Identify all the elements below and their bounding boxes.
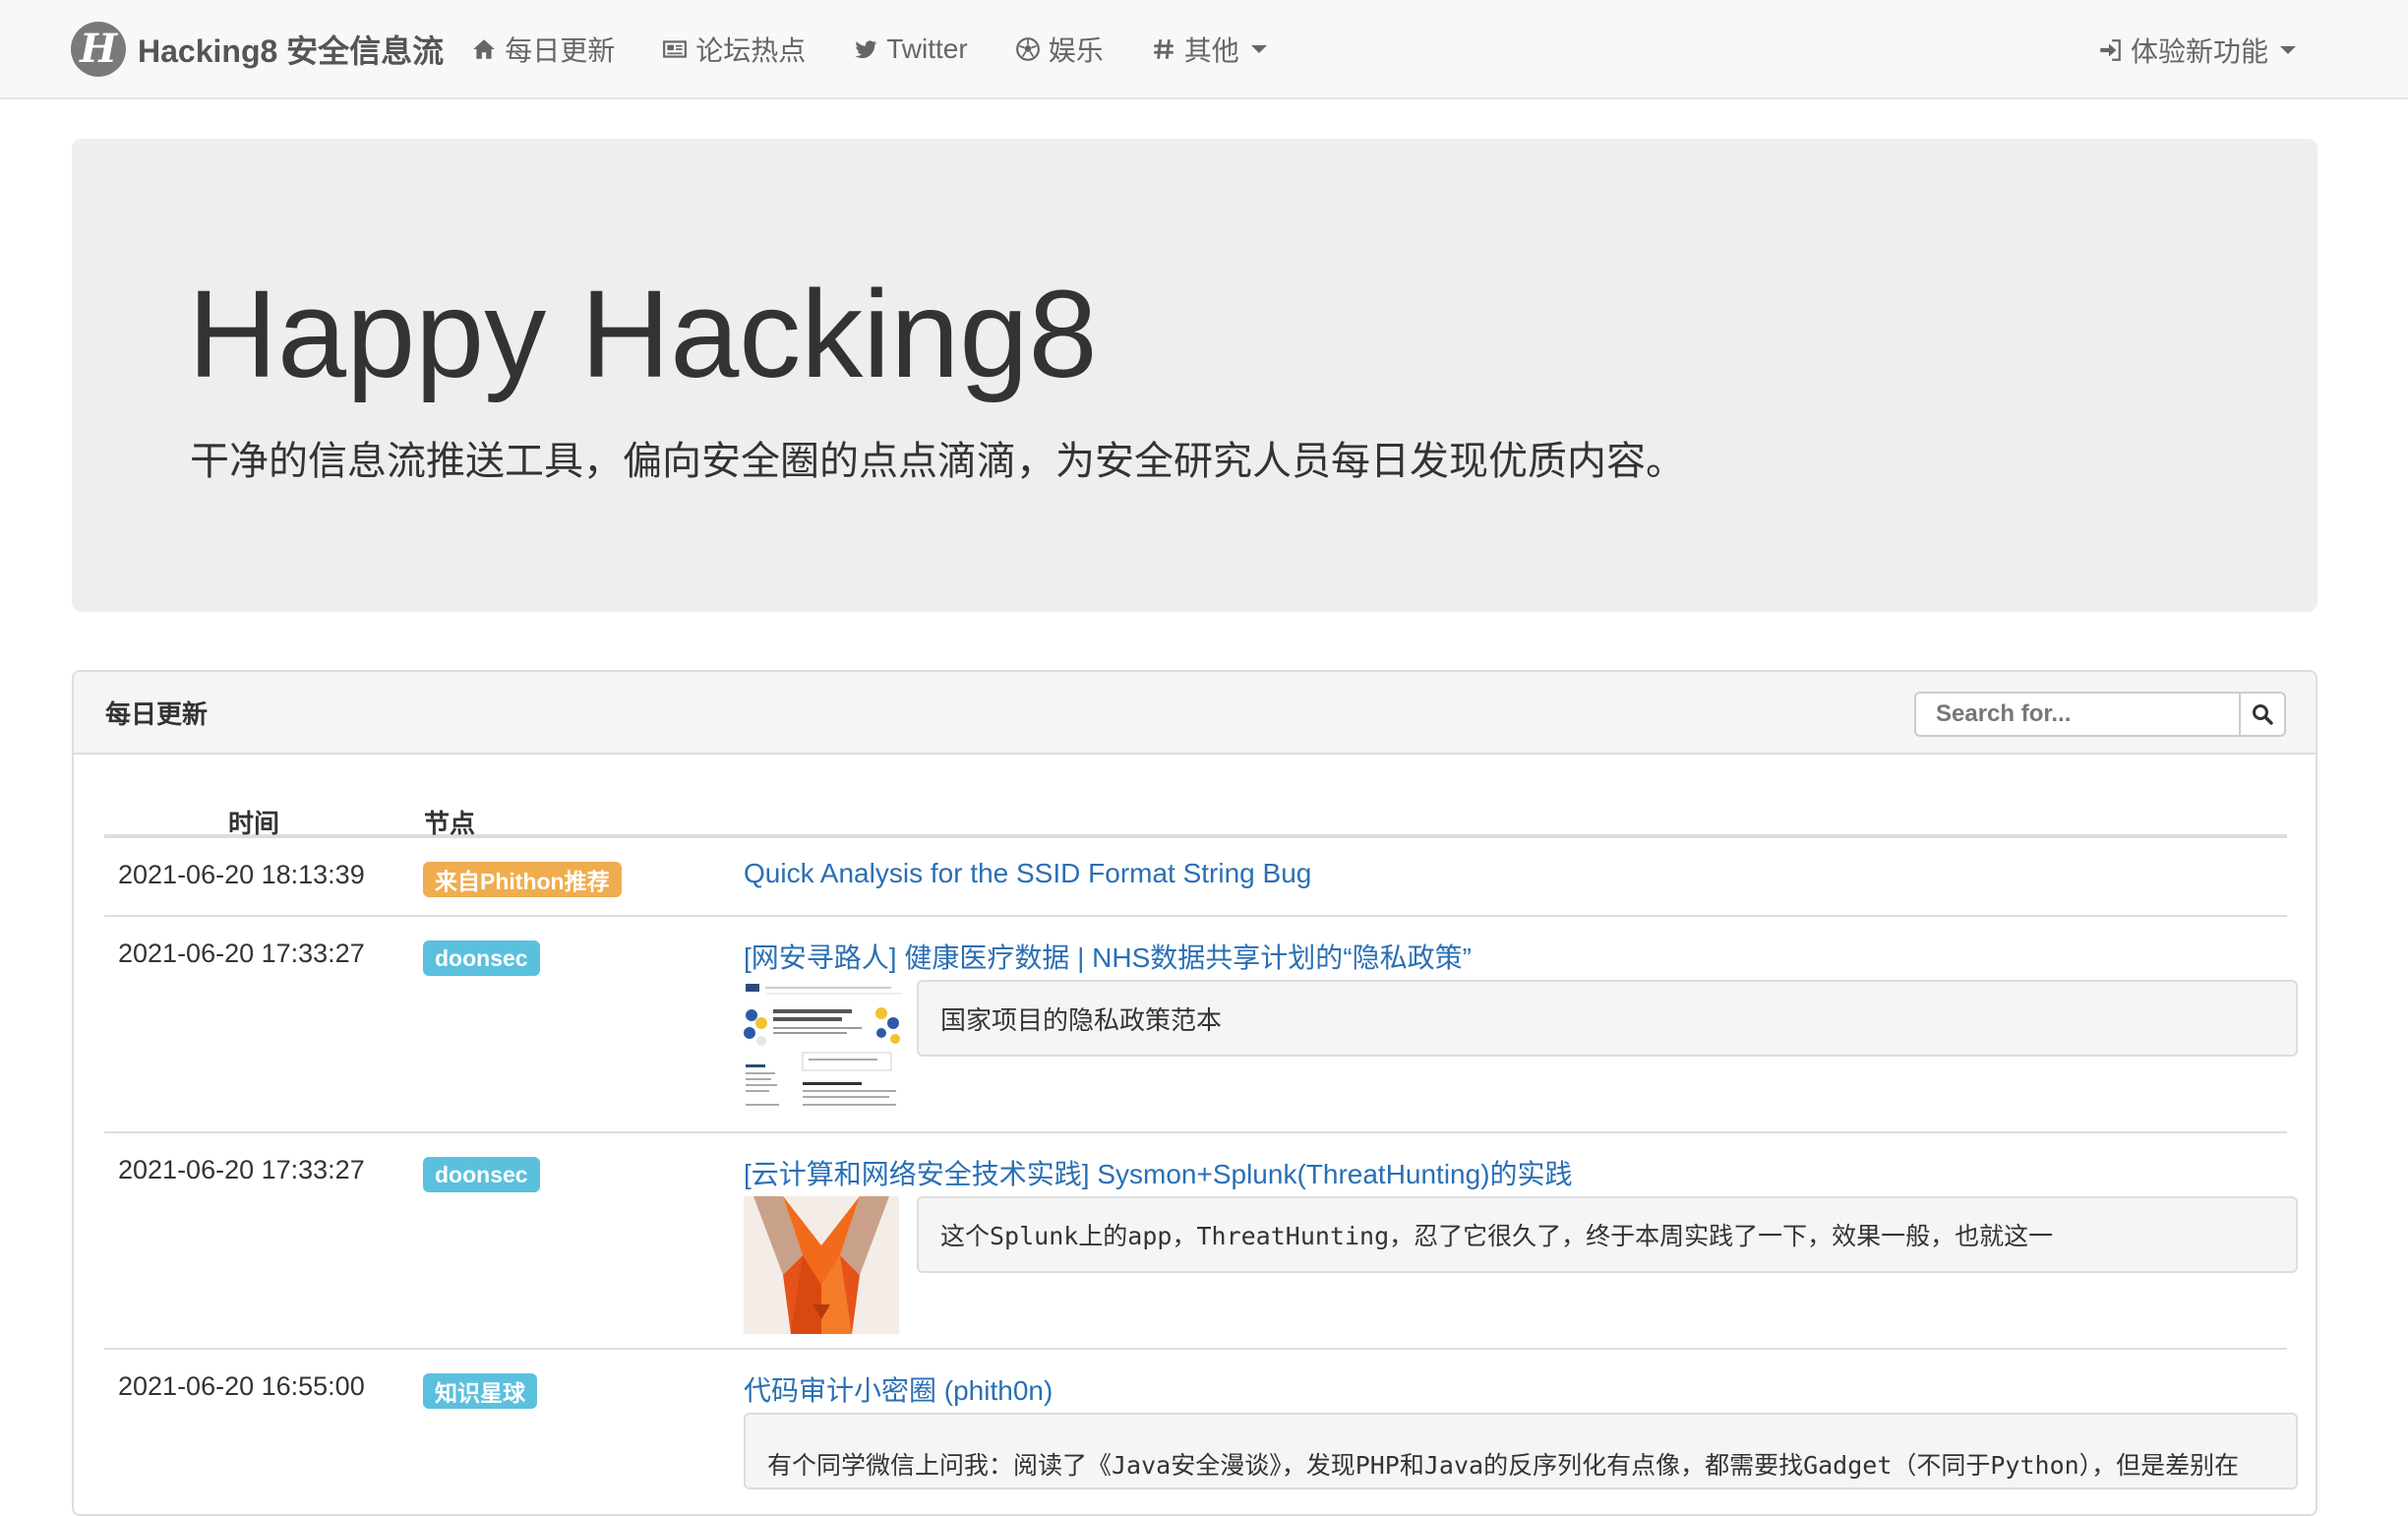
soccer-ball-icon [1015, 36, 1041, 62]
nav-item-label: Twitter [886, 32, 968, 64]
try-new-features-label: 体验新功能 [2130, 35, 2268, 67]
search-icon [2253, 704, 2273, 725]
search-group [1914, 692, 2286, 737]
nav-item-label: 其他 [1183, 34, 1239, 66]
search-input[interactable] [1914, 692, 2239, 737]
panel-title: 每日更新 [105, 698, 209, 729]
daily-updates-panel: 每日更新 时间 节点 2021-06-20 18:13:39 来自Phithon… [72, 670, 2318, 1516]
row-time: 2021-06-20 17:33:27 [118, 1155, 365, 1184]
nav-items: 每日更新 论坛热点 Twitter 娱乐 其他 [467, 0, 1291, 98]
table-row: 2021-06-20 17:33:27 doonsec [网安寻路人] 健康医疗… [104, 917, 2298, 1133]
nav-item-twitter[interactable]: Twitter [829, 0, 991, 98]
panel-heading: 每日更新 [74, 672, 2316, 755]
article-summary: 国家项目的隐私政策范本 [917, 980, 2298, 1057]
updates-table: 时间 节点 2021-06-20 18:13:39 来自Phithon推荐 Qu… [104, 755, 2298, 1514]
table-row: 2021-06-20 18:13:39 来自Phithon推荐 Quick An… [104, 838, 2287, 917]
node-badge[interactable]: doonsec [423, 940, 540, 976]
nav-item-label: 每日更新 [505, 34, 616, 66]
nav-right: 体验新功能 [2093, 0, 2319, 99]
article-link[interactable]: 代码审计小密圈 (phith0n) [744, 1369, 1053, 1409]
row-time: 2021-06-20 18:13:39 [118, 860, 365, 889]
page-title: Happy Hacking8 [188, 265, 1098, 403]
hashtag-icon [1151, 36, 1176, 62]
document-preview-thumbnail-icon [744, 980, 903, 1118]
nav-item-label: 娱乐 [1048, 34, 1104, 66]
nav-item-other-dropdown[interactable]: 其他 [1127, 0, 1291, 98]
table-row: 2021-06-20 17:33:27 doonsec [云计算和网络安全技术实… [104, 1133, 2298, 1350]
fox-logo-thumbnail-icon [744, 1196, 899, 1334]
home-icon [471, 36, 497, 62]
brand-logo[interactable]: H [71, 21, 126, 77]
brand[interactable]: H Hacking8 安全信息流 [71, 0, 444, 98]
article-link[interactable]: [云计算和网络安全技术实践] Sysmon+Splunk(ThreatHunti… [744, 1153, 1573, 1192]
article-thumbnail[interactable] [744, 1196, 899, 1334]
sign-in-icon [2097, 37, 2123, 63]
article-thumbnail[interactable] [744, 980, 903, 1118]
row-time: 2021-06-20 17:33:27 [118, 939, 365, 968]
article-link[interactable]: [网安寻路人] 健康医疗数据 | NHS数据共享计划的“隐私政策” [744, 937, 1472, 976]
node-badge[interactable]: 知识星球 [423, 1373, 537, 1409]
navbar: H Hacking8 安全信息流 每日更新 论坛热点 Twitter 娱乐 其他… [0, 0, 2408, 99]
column-header-node: 节点 [424, 809, 476, 838]
nav-item-daily[interactable]: 每日更新 [467, 0, 638, 98]
article-summary: 有个同学微信上问我：阅读了《Java安全漫谈》，发现PHP和Java的反序列化有… [744, 1413, 2298, 1489]
brand-text[interactable]: Hacking8 安全信息流 [138, 27, 444, 72]
nav-item-label: 论坛热点 [695, 34, 807, 66]
article-link[interactable]: Quick Analysis for the SSID Format Strin… [744, 858, 1311, 889]
table-row: 2021-06-20 16:55:00 知识星球 代码审计小密圈 (phith0… [104, 1350, 2298, 1514]
try-new-features-dropdown[interactable]: 体验新功能 [2093, 0, 2319, 99]
table-header: 时间 节点 [104, 755, 2287, 838]
jumbotron: Happy Hacking8 干净的信息流推送工具，偏向安全圈的点点滴滴，为安全… [72, 139, 2318, 612]
row-time: 2021-06-20 16:55:00 [118, 1371, 365, 1401]
nav-item-entertainment[interactable]: 娱乐 [992, 0, 1127, 98]
caret-down-icon [2280, 45, 2296, 54]
caret-down-icon [1250, 44, 1267, 53]
nav-item-forum[interactable]: 论坛热点 [638, 0, 829, 98]
column-header-time: 时间 [228, 809, 280, 838]
page-subtitle: 干净的信息流推送工具，偏向安全圈的点点滴滴，为安全研究人员每日发现优质内容。 [190, 440, 1685, 483]
node-badge[interactable]: 来自Phithon推荐 [423, 862, 622, 897]
search-button[interactable] [2239, 692, 2286, 737]
article-summary: 这个Splunk上的app，ThreatHunting，忍了它很久了，终于本周实… [917, 1196, 2298, 1273]
twitter-icon [853, 36, 878, 62]
node-badge[interactable]: doonsec [423, 1157, 540, 1192]
newspaper-icon [662, 36, 688, 62]
